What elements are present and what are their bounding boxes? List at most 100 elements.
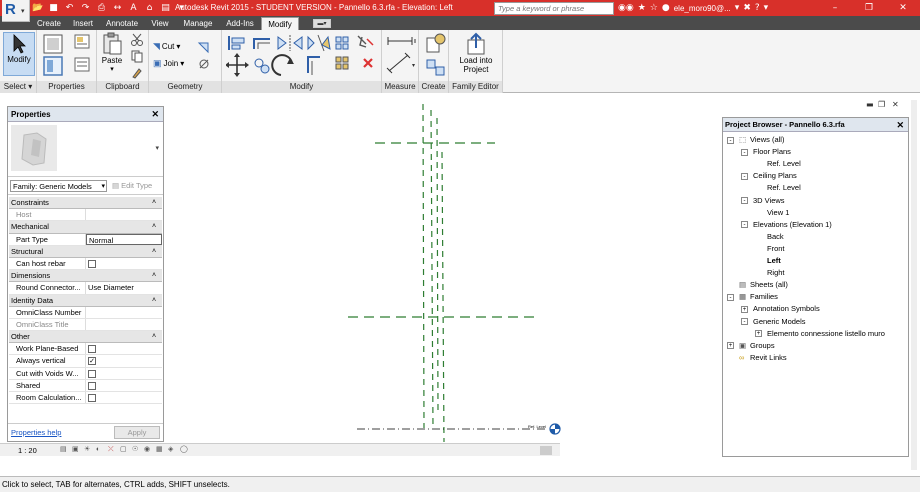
shadows-icon[interactable]: ◐: [96, 446, 104, 454]
redo-icon[interactable]: ↷: [80, 3, 91, 14]
cut-geometry-button[interactable]: ◥ Cut ▾: [153, 41, 180, 52]
tree-node[interactable]: 3D Views: [753, 195, 785, 207]
copy-icon[interactable]: [130, 49, 146, 63]
create-group-icon[interactable]: [424, 57, 446, 79]
save-icon[interactable]: ■: [48, 3, 59, 14]
collapse-node-icon[interactable]: -: [741, 172, 748, 180]
property-category[interactable]: Structural ˄: [9, 245, 162, 258]
sun-path-icon[interactable]: ☀: [84, 446, 92, 454]
view-close-icon[interactable]: ✕: [892, 100, 899, 109]
tree-node[interactable]: Back: [767, 231, 784, 243]
tree-node[interactable]: Groups: [750, 340, 775, 352]
text-qat-icon[interactable]: A: [128, 3, 139, 14]
wall-joins-icon[interactable]: [197, 40, 213, 54]
property-category[interactable]: Mechanical ˄: [9, 221, 162, 234]
communication-icon[interactable]: ☆: [650, 3, 658, 13]
collapse-node-icon[interactable]: -: [727, 293, 734, 301]
view-minimize-icon[interactable]: ▬: [866, 100, 874, 109]
tree-node[interactable]: Ref. Level: [767, 182, 801, 194]
tree-node[interactable]: Elevations (Elevation 1): [753, 219, 832, 231]
tree-node[interactable]: Generic Models: [753, 316, 806, 328]
property-checkbox[interactable]: [86, 258, 162, 269]
tab-view[interactable]: View: [147, 17, 173, 30]
tree-node[interactable]: Revit Links: [750, 352, 787, 364]
vertical-scrollbar[interactable]: [911, 100, 917, 470]
user-icon[interactable]: ●: [662, 3, 670, 13]
expand-node-icon[interactable]: +: [755, 330, 762, 338]
search-binoculars-icon[interactable]: ◉◉: [618, 3, 634, 13]
modify-button[interactable]: Modify: [3, 32, 35, 76]
detail-level-icon[interactable]: ▤: [60, 446, 68, 454]
help-dropdown-icon[interactable]: ▾: [764, 3, 769, 13]
tree-node[interactable]: Ceiling Plans: [753, 170, 797, 182]
measure-between-icon[interactable]: [386, 34, 416, 48]
tree-node[interactable]: Annotation Symbols: [753, 303, 820, 315]
3d-view-icon[interactable]: ⌂: [144, 3, 155, 14]
tree-node[interactable]: Families: [750, 291, 778, 303]
paste-dropdown-icon[interactable]: ▾: [99, 65, 125, 74]
tab-modify[interactable]: Modify: [261, 17, 299, 30]
property-value[interactable]: Use Diameter: [86, 282, 162, 293]
type-selector[interactable]: ▾: [8, 122, 163, 177]
property-value[interactable]: [86, 209, 162, 220]
user-name[interactable]: ele_moro90@...: [674, 4, 731, 13]
constraints-icon[interactable]: ◯: [180, 446, 188, 454]
collapse-chevron-icon[interactable]: ˄: [152, 331, 162, 342]
checkbox-unchecked[interactable]: [88, 369, 96, 378]
temporary-hide-icon[interactable]: ☉: [132, 446, 140, 454]
apply-button[interactable]: Apply: [114, 426, 160, 439]
create-similar-icon[interactable]: [424, 33, 446, 55]
restore-button[interactable]: ❐: [852, 0, 886, 16]
expand-node-icon[interactable]: +: [741, 305, 748, 313]
tab-create[interactable]: Create: [32, 17, 66, 30]
collapse-chevron-icon[interactable]: ˄: [152, 246, 162, 257]
application-menu-button[interactable]: R ▾: [2, 0, 30, 22]
tree-node[interactable]: Left: [767, 255, 781, 267]
close-icon[interactable]: ✕: [896, 118, 904, 132]
help-icon[interactable]: ?: [755, 3, 760, 13]
property-value[interactable]: Normal: [86, 233, 162, 245]
ribbon-minimize-icon[interactable]: ▬▾: [313, 19, 331, 28]
temporary-view-properties-icon[interactable]: ▦: [156, 446, 164, 454]
expand-node-icon[interactable]: +: [727, 342, 734, 350]
select-panel-label[interactable]: Select ▾: [0, 81, 36, 93]
properties-help-link[interactable]: Properties help: [11, 428, 61, 437]
load-into-project-button[interactable]: Load into Project: [453, 32, 499, 79]
property-checkbox[interactable]: [86, 392, 162, 403]
tree-node[interactable]: Ref. Level: [767, 158, 801, 170]
undo-icon[interactable]: ↶: [64, 3, 75, 14]
property-value[interactable]: [86, 319, 162, 330]
collapse-chevron-icon[interactable]: ˄: [152, 270, 162, 281]
collapse-chevron-icon[interactable]: ˄: [152, 197, 162, 208]
properties-button[interactable]: [40, 32, 66, 79]
checkbox-checked[interactable]: ✓: [88, 357, 96, 366]
tab-insert[interactable]: Insert: [67, 17, 99, 30]
property-checkbox[interactable]: [86, 368, 162, 379]
tree-node[interactable]: Right: [767, 267, 785, 279]
family-select[interactable]: Family: Generic Models ▾: [10, 180, 107, 192]
collapse-node-icon[interactable]: -: [741, 197, 748, 204]
property-category[interactable]: Identity Data ˄: [9, 294, 162, 307]
checkbox-unchecked[interactable]: [88, 259, 96, 268]
collapse-node-icon[interactable]: -: [727, 136, 734, 144]
close-hidden-icon[interactable]: ▤: [160, 3, 171, 14]
crop-view-icon[interactable]: ⤫: [108, 446, 116, 454]
measure-qat-icon[interactable]: ↔: [112, 3, 123, 14]
property-checkbox[interactable]: ✓: [86, 355, 162, 366]
tree-node[interactable]: Sheets (all): [750, 279, 788, 291]
subscription-icon[interactable]: ★: [638, 3, 646, 13]
tree-node[interactable]: View 1: [767, 207, 789, 219]
collapse-node-icon[interactable]: -: [741, 221, 748, 229]
view-scale[interactable]: 1 : 20: [18, 446, 37, 455]
collapse-node-icon[interactable]: -: [741, 318, 748, 325]
type-properties-icon[interactable]: [74, 34, 90, 49]
checkbox-unchecked[interactable]: [88, 394, 96, 402]
close-icon[interactable]: ✕: [151, 107, 159, 122]
property-value[interactable]: [86, 307, 162, 318]
aligned-dimension-icon[interactable]: [386, 52, 416, 74]
property-category[interactable]: Other ˄: [9, 331, 162, 344]
property-category[interactable]: Constraints ˄: [9, 197, 162, 210]
cut-scissors-icon[interactable]: [130, 33, 146, 47]
show-crop-region-icon[interactable]: ▢: [120, 446, 128, 454]
tab-add-ins[interactable]: Add-Ins: [222, 17, 258, 30]
